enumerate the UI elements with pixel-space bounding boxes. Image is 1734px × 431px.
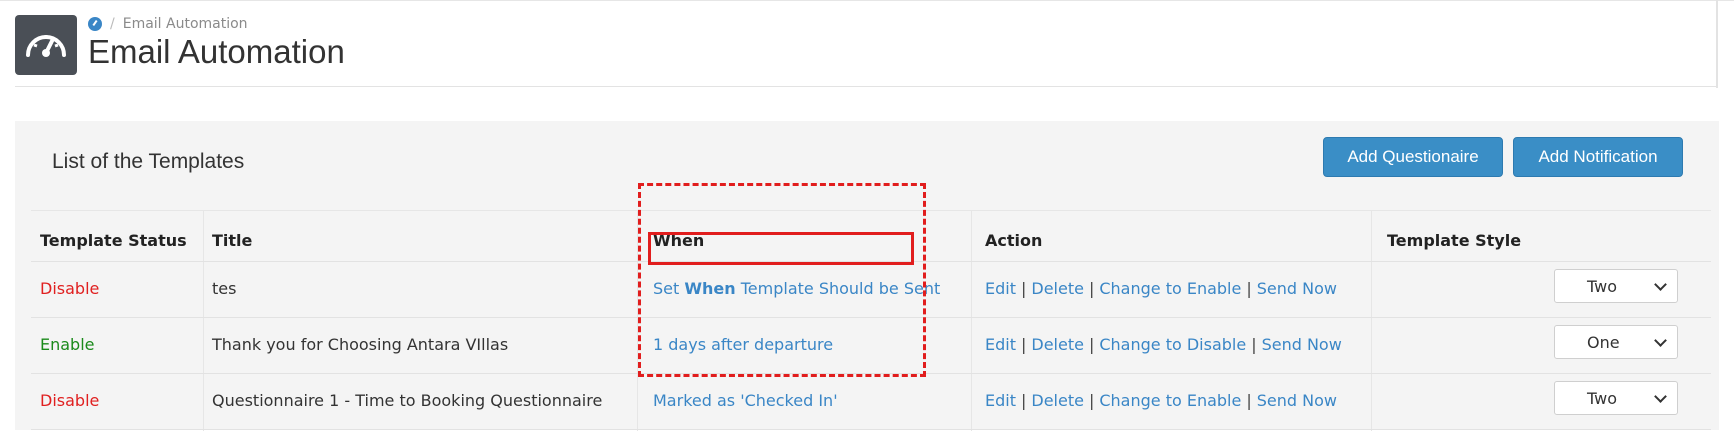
breadcrumb-separator: / [110, 16, 115, 32]
header-title: Title [212, 231, 253, 250]
table-row: Disable Questionnaire 1 - Time to Bookin… [31, 373, 1711, 430]
action-separator: | [1020, 391, 1027, 410]
send-now-link[interactable]: Send Now [1257, 279, 1337, 298]
when-link[interactable]: 1 days after departure [653, 335, 833, 354]
action-separator: | [1088, 391, 1095, 410]
action-separator: | [1088, 335, 1095, 354]
toggle-status-link[interactable]: Change to Enable [1099, 279, 1241, 298]
status-label: Disable [40, 279, 100, 298]
header-when: When [653, 231, 705, 250]
add-questionaire-button[interactable]: Add Questionaire [1323, 137, 1503, 177]
header-edge [1716, 0, 1718, 88]
template-style-select[interactable]: One [1554, 325, 1678, 359]
table-header-row: Template Status Title When Action Templa… [31, 211, 1711, 262]
toggle-status-link[interactable]: Change to Disable [1099, 335, 1246, 354]
page-header: / Email Automation Email Automation [0, 0, 1734, 88]
delete-link[interactable]: Delete [1031, 391, 1084, 410]
when-suffix: Template Should be Sent [735, 279, 941, 298]
table-row: Enable Thank you for Choosing Antara VIl… [31, 317, 1711, 374]
send-now-link[interactable]: Send Now [1257, 391, 1337, 410]
template-title: tes [212, 279, 237, 298]
status-label: Enable [40, 335, 95, 354]
template-style-value: One [1587, 332, 1620, 352]
action-separator: | [1251, 335, 1257, 354]
delete-link[interactable]: Delete [1031, 279, 1084, 298]
template-style-select[interactable]: Two [1554, 269, 1678, 303]
template-style-select[interactable]: Two [1554, 381, 1678, 415]
delete-link[interactable]: Delete [1031, 335, 1084, 354]
add-notification-button[interactable]: Add Notification [1513, 137, 1683, 177]
edit-link[interactable]: Edit [985, 335, 1016, 354]
header-action: Action [985, 231, 1043, 250]
action-separator: | [1020, 279, 1027, 298]
template-title: Questionnaire 1 - Time to Booking Questi… [212, 391, 603, 410]
chevron-down-icon [1654, 390, 1667, 403]
header-divider [15, 86, 1717, 87]
toggle-status-link[interactable]: Change to Enable [1099, 391, 1241, 410]
breadcrumb-current: Email Automation [122, 16, 248, 32]
header-template-style: Template Style [1387, 231, 1522, 250]
when-prefix: Set [653, 279, 685, 298]
templates-table: Template Status Title When Action Templa… [31, 210, 1711, 431]
header-template-status: Template Status [40, 231, 187, 250]
send-now-link[interactable]: Send Now [1262, 335, 1342, 354]
chevron-down-icon [1654, 334, 1667, 347]
page-title: Email Automation [88, 33, 345, 70]
template-title: Thank you for Choosing Antara VIllas [212, 335, 509, 354]
action-links: Edit | Delete | Change to Enable | Send Now [985, 391, 1337, 410]
template-style-value: Two [1587, 276, 1617, 296]
templates-panel: List of the Templates Add Questionaire A… [15, 121, 1719, 431]
action-links: Edit | Delete | Change to Enable | Send Now [985, 279, 1337, 298]
template-style-value: Two [1587, 388, 1617, 408]
speedometer-icon [15, 15, 77, 75]
chevron-down-icon [1654, 278, 1667, 291]
action-separator: | [1020, 335, 1027, 354]
edit-link[interactable]: Edit [985, 391, 1016, 410]
edit-link[interactable]: Edit [985, 279, 1016, 298]
action-separator: | [1246, 279, 1252, 298]
action-separator: | [1246, 391, 1252, 410]
status-label: Disable [40, 391, 100, 410]
when-link[interactable]: Set When Template Should be Sent [653, 279, 940, 298]
dashboard-icon[interactable] [88, 17, 102, 31]
action-links: Edit | Delete | Change to Disable | Send Now [985, 335, 1342, 354]
action-separator: | [1088, 279, 1095, 298]
panel-title: List of the Templates [52, 150, 245, 173]
when-bold: When [684, 279, 736, 298]
when-link[interactable]: Marked as 'Checked In' [653, 391, 838, 410]
breadcrumb: / Email Automation [88, 16, 248, 32]
table-row: Disable tes Set When Template Should be … [31, 261, 1711, 318]
